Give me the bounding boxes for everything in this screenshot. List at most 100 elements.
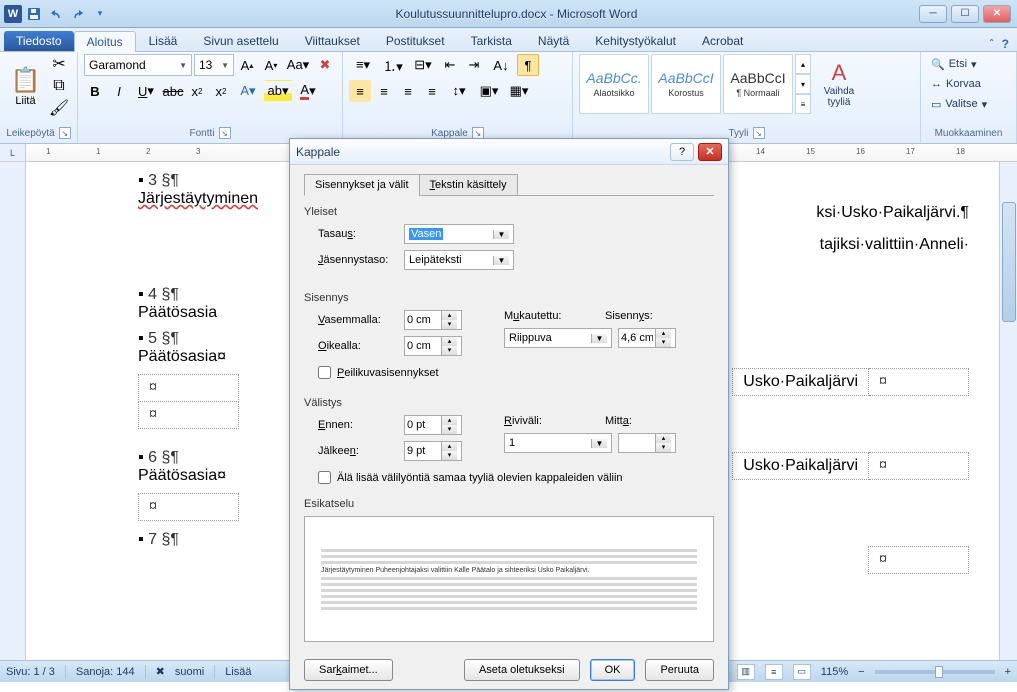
tab-developer[interactable]: Kehitystyökalut bbox=[582, 30, 689, 51]
cut-icon[interactable]: ✂ bbox=[47, 54, 71, 74]
status-language[interactable]: suomi bbox=[175, 666, 204, 678]
tab-references[interactable]: Viittaukset bbox=[292, 30, 373, 51]
sort-icon[interactable]: A↓ bbox=[487, 54, 515, 76]
zoom-in-icon[interactable]: + bbox=[1005, 666, 1011, 678]
no-space-same-style-checkbox[interactable] bbox=[318, 471, 331, 484]
italic-button[interactable]: I bbox=[108, 80, 130, 102]
styles-launcher[interactable]: ↘ bbox=[753, 127, 765, 139]
view-outline-icon[interactable]: ≡ bbox=[765, 664, 783, 680]
tab-home[interactable]: Aloitus bbox=[74, 31, 136, 52]
spacing-at-spinner[interactable]: ▴▾ bbox=[618, 433, 676, 453]
view-draft-icon[interactable]: ▭ bbox=[793, 664, 811, 680]
qat-undo-icon[interactable] bbox=[46, 4, 66, 24]
tab-review[interactable]: Tarkista bbox=[458, 30, 525, 51]
text-effects-icon[interactable]: A▾ bbox=[234, 80, 262, 102]
justify-icon[interactable]: ≡ bbox=[421, 80, 443, 102]
font-name-combo[interactable]: Garamond▼ bbox=[84, 54, 192, 76]
mirror-indents-checkbox[interactable] bbox=[318, 366, 331, 379]
font-color-icon[interactable]: A▾ bbox=[294, 80, 322, 102]
minimize-button[interactable]: ─ bbox=[919, 5, 947, 23]
tab-line-breaks[interactable]: TTekstin käsittelyekstin käsittely bbox=[419, 174, 518, 196]
dialog-close-button[interactable]: ✕ bbox=[698, 143, 722, 161]
qat-redo-icon[interactable] bbox=[68, 4, 88, 24]
numbering-icon[interactable]: ⒈▾ bbox=[379, 54, 407, 76]
tab-page-layout[interactable]: Sivun asettelu bbox=[190, 30, 291, 51]
zoom-slider[interactable] bbox=[875, 670, 995, 674]
status-word-count[interactable]: Sanoja: 144 bbox=[76, 666, 135, 678]
borders-icon[interactable]: ▦▾ bbox=[505, 80, 533, 102]
style-item[interactable]: AaBbCc.Alaotsikko bbox=[579, 54, 649, 114]
clear-formatting-icon[interactable]: ✖ bbox=[314, 54, 336, 76]
format-painter-icon[interactable]: 🖌 bbox=[47, 98, 71, 118]
underline-button[interactable]: U▾ bbox=[132, 80, 160, 102]
ok-button[interactable]: OK bbox=[590, 659, 636, 681]
show-hide-icon[interactable]: ¶ bbox=[517, 54, 539, 76]
align-right-icon[interactable]: ≡ bbox=[397, 80, 419, 102]
increase-indent-icon[interactable]: ⇥ bbox=[463, 54, 485, 76]
maximize-button[interactable]: ☐ bbox=[951, 5, 979, 23]
bullets-icon[interactable]: ≡▾ bbox=[349, 54, 377, 76]
bold-button[interactable]: B bbox=[84, 80, 106, 102]
close-button[interactable]: ✕ bbox=[983, 5, 1011, 23]
status-insert-mode[interactable]: Lisää bbox=[225, 666, 251, 678]
align-center-icon[interactable]: ≡ bbox=[373, 80, 395, 102]
grow-font-icon[interactable]: A▴ bbox=[236, 54, 258, 76]
style-gallery-expand-icon[interactable]: ≡ bbox=[795, 94, 811, 114]
zoom-slider-thumb[interactable] bbox=[935, 666, 943, 678]
special-indent-combo[interactable]: Riippuva▼ bbox=[504, 328, 612, 348]
find-button[interactable]: 🔍Etsi ▾ bbox=[927, 54, 1010, 74]
word-app-icon[interactable]: W bbox=[4, 5, 22, 23]
tab-indents-spacing[interactable]: Sisennykset ja välit bbox=[304, 174, 420, 196]
font-size-combo[interactable]: 13▼ bbox=[194, 54, 234, 76]
help-icon[interactable]: ? bbox=[1002, 37, 1009, 51]
font-launcher[interactable]: ↘ bbox=[219, 127, 231, 139]
decrease-indent-icon[interactable]: ⇤ bbox=[439, 54, 461, 76]
alignment-combo[interactable]: Vasen▼ bbox=[404, 224, 514, 244]
style-item[interactable]: AaBbCcIKorostus bbox=[651, 54, 721, 114]
line-spacing-icon[interactable]: ↕▾ bbox=[445, 80, 473, 102]
cancel-button[interactable]: Peruuta bbox=[645, 659, 714, 681]
highlight-color-icon[interactable]: ab▾ bbox=[264, 80, 292, 102]
tab-file[interactable]: Tiedosto bbox=[4, 31, 74, 51]
style-scroll-down-icon[interactable]: ▾ bbox=[795, 74, 811, 94]
change-case-icon[interactable]: Aa▾ bbox=[284, 54, 312, 76]
tab-acrobat[interactable]: Acrobat bbox=[689, 30, 756, 51]
indent-by-spinner[interactable]: ▴▾ bbox=[618, 328, 676, 348]
status-page[interactable]: Sivu: 1 / 3 bbox=[6, 666, 55, 678]
dialog-help-button[interactable]: ? bbox=[670, 143, 694, 161]
shrink-font-icon[interactable]: A▾ bbox=[260, 54, 282, 76]
subscript-button[interactable]: x2 bbox=[186, 80, 208, 102]
status-zoom-percent[interactable]: 115% bbox=[821, 666, 848, 678]
vertical-scrollbar[interactable] bbox=[999, 162, 1017, 660]
set-default-button[interactable]: Aseta oletukseksi bbox=[464, 659, 580, 681]
outline-level-combo[interactable]: Leipäteksti▼ bbox=[404, 250, 514, 270]
space-before-spinner[interactable]: ▴▾ bbox=[404, 415, 462, 435]
proofing-icon[interactable]: ✖ bbox=[156, 665, 165, 678]
style-scroll-up-icon[interactable]: ▴ bbox=[795, 54, 811, 74]
scrollbar-thumb[interactable] bbox=[1002, 202, 1016, 322]
qat-customize-icon[interactable]: ▾ bbox=[90, 4, 110, 24]
dialog-titlebar[interactable]: Kappale ? ✕ bbox=[290, 139, 728, 165]
clipboard-launcher[interactable]: ↘ bbox=[59, 127, 71, 139]
tab-insert[interactable]: Lisää bbox=[136, 30, 191, 51]
indent-left-spinner[interactable]: ▴▾ bbox=[404, 310, 462, 330]
change-styles-button[interactable]: A Vaihda tyyliä bbox=[815, 54, 863, 114]
vertical-ruler[interactable] bbox=[0, 162, 26, 660]
select-button[interactable]: ▭Valitse ▾ bbox=[927, 94, 1010, 114]
tab-view[interactable]: Näytä bbox=[525, 30, 582, 51]
tabs-button[interactable]: Sarkaimet... bbox=[304, 659, 393, 681]
spinner-up-icon[interactable]: ▴ bbox=[442, 311, 457, 320]
tab-mailings[interactable]: Postitukset bbox=[373, 30, 458, 51]
indent-right-spinner[interactable]: ▴▾ bbox=[404, 336, 462, 356]
align-left-icon[interactable]: ≡ bbox=[349, 80, 371, 102]
copy-icon[interactable]: ⧉ bbox=[47, 76, 71, 96]
replace-button[interactable]: ↔Korvaa bbox=[927, 74, 1010, 94]
multilevel-list-icon[interactable]: ⊟▾ bbox=[409, 54, 437, 76]
view-web-icon[interactable]: ▥ bbox=[737, 664, 755, 680]
paste-button[interactable]: 📋 Liitä bbox=[6, 54, 45, 118]
style-item[interactable]: AaBbCcI¶ Normaali bbox=[723, 54, 793, 114]
spinner-down-icon[interactable]: ▾ bbox=[442, 320, 457, 329]
strikethrough-button[interactable]: abc bbox=[162, 80, 184, 102]
line-spacing-combo[interactable]: 1▼ bbox=[504, 433, 612, 453]
zoom-out-icon[interactable]: − bbox=[858, 666, 864, 678]
